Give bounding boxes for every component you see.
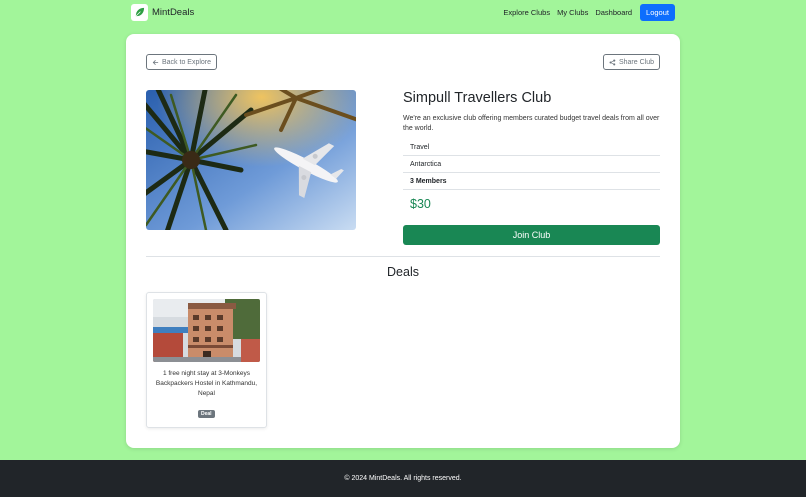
club-category: Travel: [403, 139, 660, 156]
nav-explore-clubs[interactable]: Explore Clubs: [503, 8, 550, 17]
nav-my-clubs[interactable]: My Clubs: [557, 8, 588, 17]
back-label: Back to Explore: [162, 58, 212, 66]
deal-image: [153, 299, 260, 362]
navbar: MintDeals Explore Clubs My Clubs Dashboa…: [0, 0, 806, 28]
logout-button[interactable]: Logout: [640, 4, 675, 21]
club-card: Back to Explore Share Club Simpull Trave…: [126, 34, 680, 448]
brand-name: MintDeals: [152, 6, 195, 18]
deal-badge: Deal: [198, 410, 215, 418]
share-club-button[interactable]: Share Club: [602, 54, 660, 70]
join-club-button[interactable]: Join Club: [403, 225, 660, 245]
nav-dashboard[interactable]: Dashboard: [595, 8, 632, 17]
club-price: $30: [410, 197, 431, 211]
leaf-icon: [131, 3, 148, 21]
club-members: 3 Members: [403, 173, 660, 190]
arrow-left-icon: [152, 59, 159, 65]
deal-title: 1 free night stay at 3-Monkeys Backpacke…: [155, 370, 258, 397]
share-label: Share Club: [618, 58, 654, 66]
deal-card[interactable]: 1 free night stay at 3-Monkeys Backpacke…: [146, 292, 267, 428]
brand[interactable]: MintDeals: [131, 3, 194, 21]
share-icon: [609, 59, 616, 65]
footer: © 2024 MintDeals. All rights reserved.: [0, 460, 806, 497]
club-title: Simpull Travellers Club: [403, 90, 552, 106]
section-divider: [146, 256, 660, 257]
club-info: Simpull Travellers Club We're an exclusi…: [403, 90, 660, 245]
club-description: We're an exclusive club offering members…: [403, 115, 660, 132]
nav-links: Explore Clubs My Clubs Dashboard Logout: [496, 4, 675, 21]
club-hero-image: [146, 90, 356, 230]
deals-heading: Deals: [387, 265, 419, 279]
back-to-explore-button[interactable]: Back to Explore: [146, 54, 218, 70]
club-location: Antarctica: [403, 156, 660, 173]
footer-copyright: © 2024 MintDeals. All rights reserved.: [344, 475, 462, 482]
